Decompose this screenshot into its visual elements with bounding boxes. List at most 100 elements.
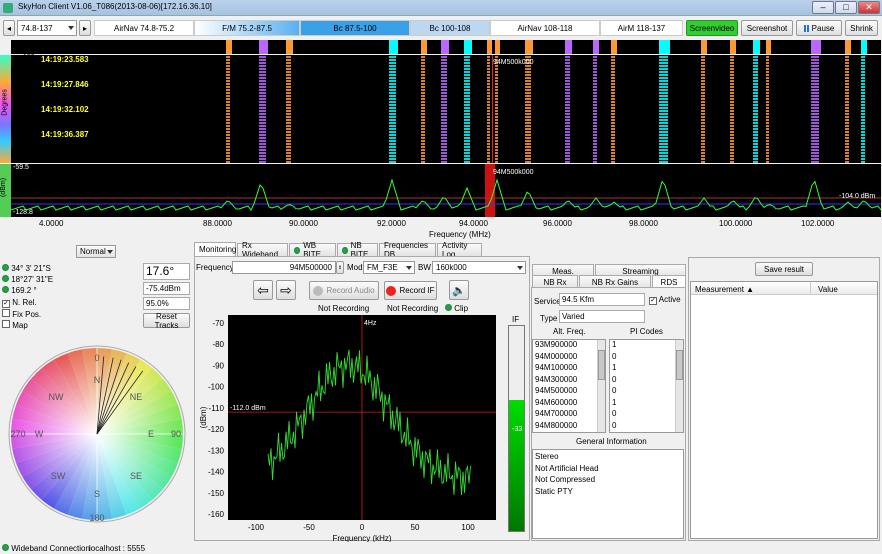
save-result-button[interactable]: Save result — [755, 262, 813, 276]
pi-code-item[interactable]: 0 — [610, 421, 683, 433]
channel-marker[interactable] — [593, 40, 599, 54]
if-x-tick: -50 — [303, 523, 315, 532]
channel-marker[interactable] — [611, 40, 617, 54]
channel-marker[interactable] — [259, 40, 268, 54]
channel-marker[interactable] — [861, 40, 867, 54]
close-button[interactable]: ✕ — [858, 1, 880, 14]
map-checkbox[interactable]: Map — [2, 320, 28, 330]
pi-code-item[interactable]: 0 — [610, 352, 683, 364]
channel-marker[interactable] — [464, 40, 472, 54]
tab-rx-wideband[interactable]: Rx Wideband — [237, 241, 288, 259]
screenvideo-button[interactable]: Screenvideo — [686, 20, 738, 36]
frequency-input[interactable]: 94M500000 — [232, 261, 336, 274]
audio-button[interactable]: 🔈 — [449, 280, 469, 300]
pi-code-item[interactable]: 1 — [610, 340, 683, 352]
screenshot-button[interactable]: Screenshot — [741, 20, 793, 36]
channel-marker[interactable] — [487, 40, 492, 54]
band-button-1[interactable]: F/M 75.2-87.5 — [194, 20, 300, 36]
channel-marker[interactable] — [389, 40, 398, 54]
record-audio-button[interactable]: Record Audio — [309, 281, 379, 300]
pause-button[interactable]: Pause — [796, 20, 842, 36]
tab-frequencies-db[interactable]: Frequencies DB — [379, 241, 436, 259]
if-level-value: -33 — [512, 426, 523, 433]
compass-label-deg90: 90 — [171, 429, 181, 439]
if-y-tick: -80 — [212, 340, 224, 349]
mod-label: Mod — [347, 263, 363, 272]
channel-marker[interactable] — [659, 40, 670, 54]
waterfall-trace — [845, 55, 849, 163]
measurement-table[interactable]: Measurement ▲ Value — [690, 281, 878, 539]
frequency-spin[interactable]: ⇕ — [336, 261, 344, 274]
record-icon — [386, 285, 397, 296]
minimize-button[interactable]: – — [812, 1, 834, 14]
channel-marker[interactable] — [753, 40, 760, 54]
scroll-right-button[interactable]: ▸ — [79, 20, 91, 36]
if-spectrum-chart[interactable]: -70 -80 -90 -100 -110 -120 -130 -140 -150 -160 -10… — [196, 312, 506, 542]
shrink-button[interactable]: Shrink — [845, 20, 878, 36]
bw-select[interactable]: 160k000 — [432, 261, 526, 274]
value-column-header[interactable]: Value — [818, 285, 838, 294]
channel-marker[interactable] — [286, 40, 293, 54]
channel-marker[interactable] — [495, 40, 500, 54]
latitude: 34° 3' 21"S — [2, 264, 51, 273]
connection-status-icon — [2, 544, 9, 551]
alt-freq-list[interactable]: 93M900000 94M000000 94M100000 94M300000 94M5… — [532, 339, 606, 433]
channel-marker[interactable] — [226, 40, 232, 54]
waterfall-trace — [861, 55, 865, 163]
alt-freq-item[interactable]: 94M700000 — [533, 409, 605, 421]
next-button[interactable]: ⇨ — [276, 280, 296, 300]
channel-marker[interactable] — [421, 40, 427, 54]
pi-code-item[interactable]: 1 — [610, 363, 683, 375]
if-x-tick: 50 — [411, 523, 420, 532]
channel-marker[interactable] — [701, 40, 707, 54]
if-y-tick: -100 — [208, 383, 225, 392]
alt-freq-item[interactable]: 94M000000 — [533, 352, 605, 364]
active-checkbox[interactable]: ✓ Active — [649, 295, 681, 305]
mode-select[interactable]: Normal — [76, 245, 116, 258]
measurement-column-header[interactable]: Measurement ▲ — [695, 285, 754, 294]
alt-freq-item[interactable]: 93M900000 — [533, 340, 605, 352]
band-button-4[interactable]: AirNav 108-118 — [490, 20, 600, 36]
tab-nb-bite[interactable]: NB BITE — [337, 241, 378, 259]
range-select[interactable]: 74.8-137 — [17, 20, 77, 36]
pi-code-item[interactable]: 0 — [610, 386, 683, 398]
spectrum-display[interactable]: -59.5 -128.8 94M500k000 -104.0 dBm — [11, 164, 881, 217]
band-button-3[interactable]: Bc 100-108 — [410, 20, 490, 36]
alt-freq-item[interactable]: 94M300000 — [533, 375, 605, 387]
mod-select[interactable]: FM_F3E — [363, 261, 415, 274]
channel-marker[interactable] — [441, 40, 449, 54]
alt-freq-item[interactable]: 94M600000 — [533, 398, 605, 410]
reset-tracks-button[interactable]: Reset Tracks — [143, 312, 190, 330]
record-if-button[interactable]: Record IF — [384, 281, 437, 300]
channel-marker[interactable] — [811, 40, 821, 54]
alt-freq-item[interactable]: 94M800000 — [533, 421, 605, 433]
band-button-2[interactable]: Bc 87.5-100 — [300, 20, 410, 36]
n-rel-checkbox[interactable]: ✓ N. Rel. — [2, 298, 37, 308]
pi-codes-scrollbar[interactable] — [675, 340, 683, 432]
compass-rose[interactable]: N NE E SE S SW W NW 0 90 180 270 — [8, 345, 186, 523]
tab-wb-bite[interactable]: WB BITE — [289, 241, 336, 259]
alt-freq-item[interactable]: 94M500000 — [533, 386, 605, 398]
waterfall-trace — [421, 55, 425, 163]
pi-code-item[interactable]: 0 — [610, 409, 683, 421]
band-button-5[interactable]: AirM 118-137 — [600, 20, 683, 36]
waterfall-trace — [487, 55, 490, 163]
alt-freq-scrollbar[interactable] — [597, 340, 605, 432]
channel-marker[interactable] — [845, 40, 851, 54]
channel-marker[interactable] — [766, 40, 771, 54]
tab-monitoring[interactable]: Monitoring — [194, 242, 236, 256]
maximize-button[interactable]: □ — [835, 1, 857, 14]
tab-activity-log[interactable]: Activity Log — [437, 241, 482, 259]
fix-pos-checkbox[interactable]: Fix Pos. — [2, 309, 41, 319]
band-button-0[interactable]: AirNav 74.8-75.2 — [94, 20, 194, 36]
channel-marker[interactable] — [565, 40, 572, 54]
channel-marker[interactable] — [730, 40, 736, 54]
prev-button[interactable]: ⇦ — [253, 280, 273, 300]
pi-codes-list[interactable]: 10100100 — [609, 339, 684, 433]
pi-code-item[interactable]: 0 — [610, 375, 683, 387]
pi-code-item[interactable]: 1 — [610, 398, 683, 410]
channel-marker[interactable] — [525, 40, 533, 54]
alt-freq-item[interactable]: 94M100000 — [533, 363, 605, 375]
scroll-left-button[interactable]: ◂ — [3, 20, 15, 36]
waterfall-display[interactable]: 14:19:23.583 14:19:27.846 14:19:32.102 14:1… — [11, 55, 881, 163]
